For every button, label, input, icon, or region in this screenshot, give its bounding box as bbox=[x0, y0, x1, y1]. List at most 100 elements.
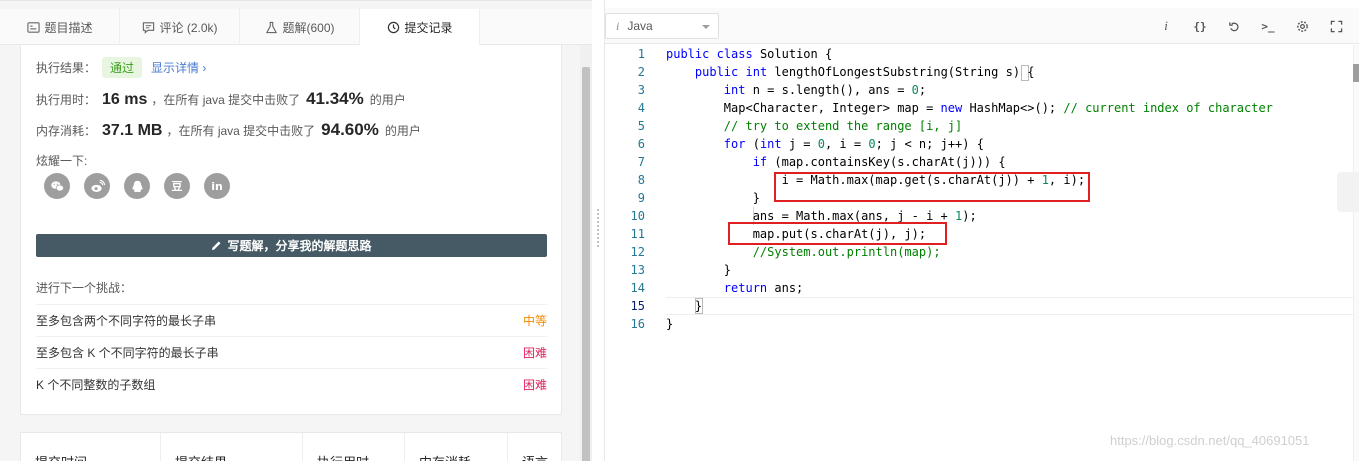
code-line: for (int j = 0, i = 0; j < n; j++) { bbox=[723, 137, 984, 151]
code-line: } bbox=[666, 299, 703, 313]
flask-icon bbox=[264, 20, 278, 34]
memory-value: 37.1 MB bbox=[102, 122, 163, 139]
memory-row: 内存消耗： 37.1 MB ，在所有 java 提交中击败了 94.60% 的用… bbox=[36, 120, 421, 140]
write-solution-button[interactable]: 写题解，分享我的解题思路 bbox=[36, 234, 547, 257]
undo-icon bbox=[1228, 20, 1241, 33]
tab-label: 题目描述 bbox=[44, 20, 93, 35]
runtime-percent: 41.34% bbox=[306, 89, 364, 108]
result-label: 执行结果： bbox=[36, 61, 97, 75]
splitter-grip-icon[interactable] bbox=[596, 208, 600, 248]
line-number: 11 bbox=[630, 227, 645, 241]
side-panel-toggle[interactable] bbox=[1337, 172, 1359, 212]
status-badge: 通过 bbox=[102, 57, 143, 78]
annotation-highlight-box bbox=[774, 172, 1090, 202]
left-pane: 题目描述 评论 (2.0k) 题解(600) 提交记录 执行结果： 通过 显示详… bbox=[0, 0, 592, 461]
linkedin-icon: in bbox=[211, 179, 223, 193]
line-number: 10 bbox=[630, 209, 645, 223]
description-icon bbox=[26, 20, 40, 34]
qq-share-button[interactable] bbox=[124, 173, 150, 199]
left-scrollbar-thumb[interactable] bbox=[582, 67, 590, 461]
memory-percent: 94.60% bbox=[321, 120, 379, 139]
line-number: 8 bbox=[637, 173, 645, 187]
runtime-middle: ，在所有 java 提交中击败了 bbox=[151, 93, 301, 107]
line-number-gutter: 1 2 3 4 5 6 7 8 9 10 11 12 13 14 15 16 bbox=[605, 45, 649, 333]
col-submit-result[interactable]: 提交结果 bbox=[161, 433, 303, 461]
share-label: 炫耀一下: bbox=[36, 154, 88, 168]
line-number: 13 bbox=[630, 263, 645, 277]
col-memory[interactable]: 内存消耗 bbox=[405, 433, 508, 461]
editor-tool-icons: i {} >_ bbox=[1142, 16, 1346, 36]
line-number: 6 bbox=[637, 137, 645, 151]
share-buttons: 豆 in bbox=[44, 173, 244, 199]
col-runtime[interactable]: 执行用时 bbox=[303, 433, 405, 461]
challenge-item[interactable]: 至多包含两个不同字符的最长子串 中等 bbox=[36, 304, 547, 336]
watermark: https://blog.csdn.net/qq_40691051 bbox=[1110, 433, 1310, 448]
tab-bar: 题目描述 评论 (2.0k) 题解(600) 提交记录 bbox=[0, 9, 592, 45]
douban-share-button[interactable]: 豆 bbox=[164, 173, 190, 199]
share-row: 炫耀一下: bbox=[36, 152, 87, 169]
challenge-name: K 个不同整数的子数组 bbox=[36, 378, 156, 392]
difficulty-badge: 中等 bbox=[522, 314, 547, 328]
terminal-icon: >_ bbox=[1261, 19, 1275, 33]
memory-label: 内存消耗： bbox=[36, 124, 97, 138]
tab-submissions[interactable]: 提交记录 bbox=[360, 9, 480, 45]
expand-icon bbox=[1330, 20, 1343, 33]
tab-description[interactable]: 题目描述 bbox=[0, 9, 120, 45]
challenge-item[interactable]: K 个不同整数的子数组 困难 bbox=[36, 368, 547, 400]
fullscreen-button[interactable] bbox=[1326, 16, 1346, 36]
challenge-name: 至多包含 K 个不同字符的最长子串 bbox=[36, 346, 219, 360]
challenge-name: 至多包含两个不同字符的最长子串 bbox=[36, 314, 217, 328]
submission-result-card: 执行结果： 通过 显示详情 › 执行用时： 16 ms ，在所有 java 提交… bbox=[20, 45, 562, 415]
line-number: 12 bbox=[630, 245, 645, 259]
language-select[interactable]: i Java bbox=[605, 13, 719, 39]
info-button[interactable]: i bbox=[1156, 16, 1176, 36]
tab-label: 题解(600) bbox=[282, 20, 335, 35]
chevron-down-icon bbox=[702, 25, 710, 29]
code-line: } bbox=[666, 317, 674, 331]
line-number: 7 bbox=[637, 155, 645, 169]
console-button[interactable]: >_ bbox=[1258, 16, 1278, 36]
wechat-share-button[interactable] bbox=[44, 173, 70, 199]
editor-pane: i Java i {} >_ 1 2 3 4 5 6 7 8 9 10 11 1… bbox=[604, 0, 1359, 461]
settings-button[interactable] bbox=[1292, 16, 1312, 36]
show-details-link[interactable]: 显示详情 › bbox=[151, 59, 206, 76]
challenge-item[interactable]: 至多包含 K 个不同字符的最长子串 困难 bbox=[36, 336, 547, 368]
runtime-label: 执行用时： bbox=[36, 93, 97, 107]
linkedin-share-button[interactable]: in bbox=[204, 173, 230, 199]
reset-code-button[interactable] bbox=[1224, 16, 1244, 36]
clock-icon bbox=[386, 20, 400, 34]
tab-comments[interactable]: 评论 (2.0k) bbox=[120, 9, 240, 45]
difficulty-badge: 困难 bbox=[522, 378, 547, 392]
annotation-highlight-box bbox=[728, 222, 947, 245]
memory-suffix: 的用户 bbox=[384, 124, 421, 138]
line-number: 9 bbox=[637, 191, 645, 205]
line-number: 1 bbox=[637, 47, 645, 61]
line-number: 5 bbox=[637, 119, 645, 133]
code-line: public class Solution { bbox=[666, 47, 833, 61]
tab-label: 提交记录 bbox=[404, 20, 453, 35]
code-line: return ans; bbox=[723, 281, 804, 295]
editor-scrollbar-thumb[interactable] bbox=[1353, 64, 1359, 82]
tab-solutions[interactable]: 题解(600) bbox=[240, 9, 360, 45]
language-value: Java bbox=[627, 19, 653, 33]
weibo-share-button[interactable] bbox=[84, 173, 110, 199]
line-number: 4 bbox=[637, 101, 645, 115]
next-challenge-title: 进行下一个挑战： bbox=[36, 281, 133, 295]
code-line: public int lengthOfLongestSubstring(Stri… bbox=[694, 65, 1035, 79]
col-language[interactable]: 语言 bbox=[508, 433, 561, 461]
editor-toolbar: i Java i {} >_ bbox=[605, 8, 1359, 44]
editor-scrollbar-track[interactable] bbox=[1353, 45, 1359, 461]
line-number: 15 bbox=[630, 299, 645, 313]
info-icon: i bbox=[1164, 18, 1168, 33]
gear-icon bbox=[1296, 20, 1309, 33]
format-code-button[interactable]: {} bbox=[1190, 16, 1210, 36]
code-line: int n = s.length(), ans = 0; bbox=[723, 83, 927, 97]
runtime-row: 执行用时： 16 ms ，在所有 java 提交中击败了 41.34% 的用户 bbox=[36, 89, 406, 109]
difficulty-badge: 困难 bbox=[522, 346, 547, 360]
code-editor[interactable]: 1 2 3 4 5 6 7 8 9 10 11 12 13 14 15 16 p… bbox=[605, 45, 1359, 461]
col-submit-time[interactable]: 提交时间 bbox=[21, 433, 161, 461]
code-line: //System.out.println(map); bbox=[752, 245, 941, 259]
braces-icon: {} bbox=[1193, 19, 1207, 33]
code-line: // try to extend the range [i, j] bbox=[723, 119, 963, 133]
memory-middle: ，在所有 java 提交中击败了 bbox=[166, 124, 316, 138]
